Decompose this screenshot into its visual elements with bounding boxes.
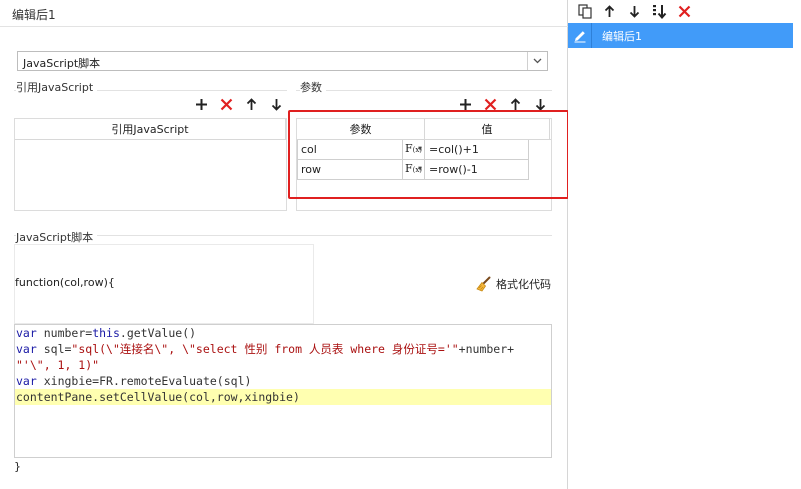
- event-editor-dialog: 编辑后1 JavaScript脚本 引用JavaScript 引用JavaScr…: [0, 0, 801, 489]
- function-signature: function(col,row){: [15, 276, 115, 289]
- code-line-1-rest: number=this.getValue(): [43, 326, 197, 340]
- ref-js-group-label: 引用JavaScript: [16, 79, 98, 95]
- delete-button[interactable]: [214, 95, 239, 113]
- close-icon: [220, 98, 233, 110]
- params-group-label: 参数: [300, 79, 326, 95]
- sort-down-icon: [652, 4, 666, 19]
- code-editor[interactable]: var number=this.getValue() var sql="sql(…: [14, 324, 552, 458]
- copy-button[interactable]: [572, 2, 597, 20]
- panel-title: 编辑后1: [12, 8, 56, 22]
- close-icon: [484, 98, 497, 110]
- ref-js-table[interactable]: 引用JavaScript: [14, 118, 287, 211]
- script-group-label: JavaScript脚本: [16, 229, 98, 245]
- move-down-button[interactable]: [264, 95, 289, 113]
- move-up-button[interactable]: [597, 2, 622, 20]
- event-list-item-selected[interactable]: 编辑后1: [568, 23, 793, 48]
- copy-icon: [577, 3, 592, 19]
- code-line: var sql="sql(\"连接名\", \"select 性别 from 人…: [16, 342, 515, 356]
- ref-js-toolbar: [189, 95, 289, 113]
- code-line-4-rest: xingbie=FR.remoteEvaluate(sql): [43, 374, 252, 388]
- close-icon: [678, 5, 691, 17]
- format-code-label: 格式化代码: [496, 278, 551, 291]
- event-list-toolbar: [568, 0, 801, 22]
- code-line-highlighted: contentPane.setCellValue(col,row,xingbie…: [15, 389, 551, 405]
- code-line-5: contentPane.setCellValue(col,row,xingbie…: [16, 390, 300, 404]
- chevron-down-icon[interactable]: [527, 52, 547, 70]
- ref-js-column-header: 引用JavaScript: [15, 119, 286, 139]
- plus-icon: [460, 98, 471, 110]
- script-type-value: JavaScript脚本: [23, 57, 101, 70]
- delete-button[interactable]: [672, 2, 697, 20]
- code-line: var xingbie=FR.remoteEvaluate(sql): [16, 374, 252, 388]
- move-down-button[interactable]: [622, 2, 647, 20]
- arrow-down-icon: [629, 5, 640, 18]
- arrow-down-icon: [535, 98, 546, 111]
- code-line-2-rest: sql="sql(\"连接名\", \"select 性别 from 人员表 w…: [43, 342, 515, 356]
- ref-js-table-header: 引用JavaScript: [15, 119, 286, 140]
- event-list-panel: 编辑后1: [568, 0, 801, 489]
- code-line-3: "'\", 1, 1)": [16, 358, 100, 372]
- arrow-up-icon: [246, 97, 257, 110]
- code-line: var number=this.getValue(): [16, 326, 197, 340]
- code-line: "'\", 1, 1)": [15, 357, 551, 373]
- highlight-annotation-frame: [288, 110, 569, 199]
- add-button[interactable]: [189, 95, 214, 113]
- format-code-button[interactable]: 格式化代码: [476, 276, 551, 292]
- arrow-up-icon: [604, 4, 615, 17]
- plus-icon: [196, 98, 207, 110]
- arrow-up-icon: [510, 97, 521, 110]
- event-list-item-label: 编辑后1: [602, 29, 642, 43]
- script-type-select[interactable]: JavaScript脚本: [17, 51, 548, 71]
- move-to-bottom-button[interactable]: [647, 2, 672, 20]
- group-divider: [296, 90, 552, 91]
- arrow-down-icon: [271, 98, 282, 111]
- pencil-icon: [568, 23, 592, 48]
- broom-icon: [476, 276, 491, 292]
- function-closing-brace: }: [14, 460, 21, 473]
- move-up-button[interactable]: [239, 95, 264, 113]
- panel-title-bar: 编辑后1: [0, 0, 568, 27]
- event-editor-panel: 编辑后1 JavaScript脚本 引用JavaScript 引用JavaScr…: [0, 0, 569, 489]
